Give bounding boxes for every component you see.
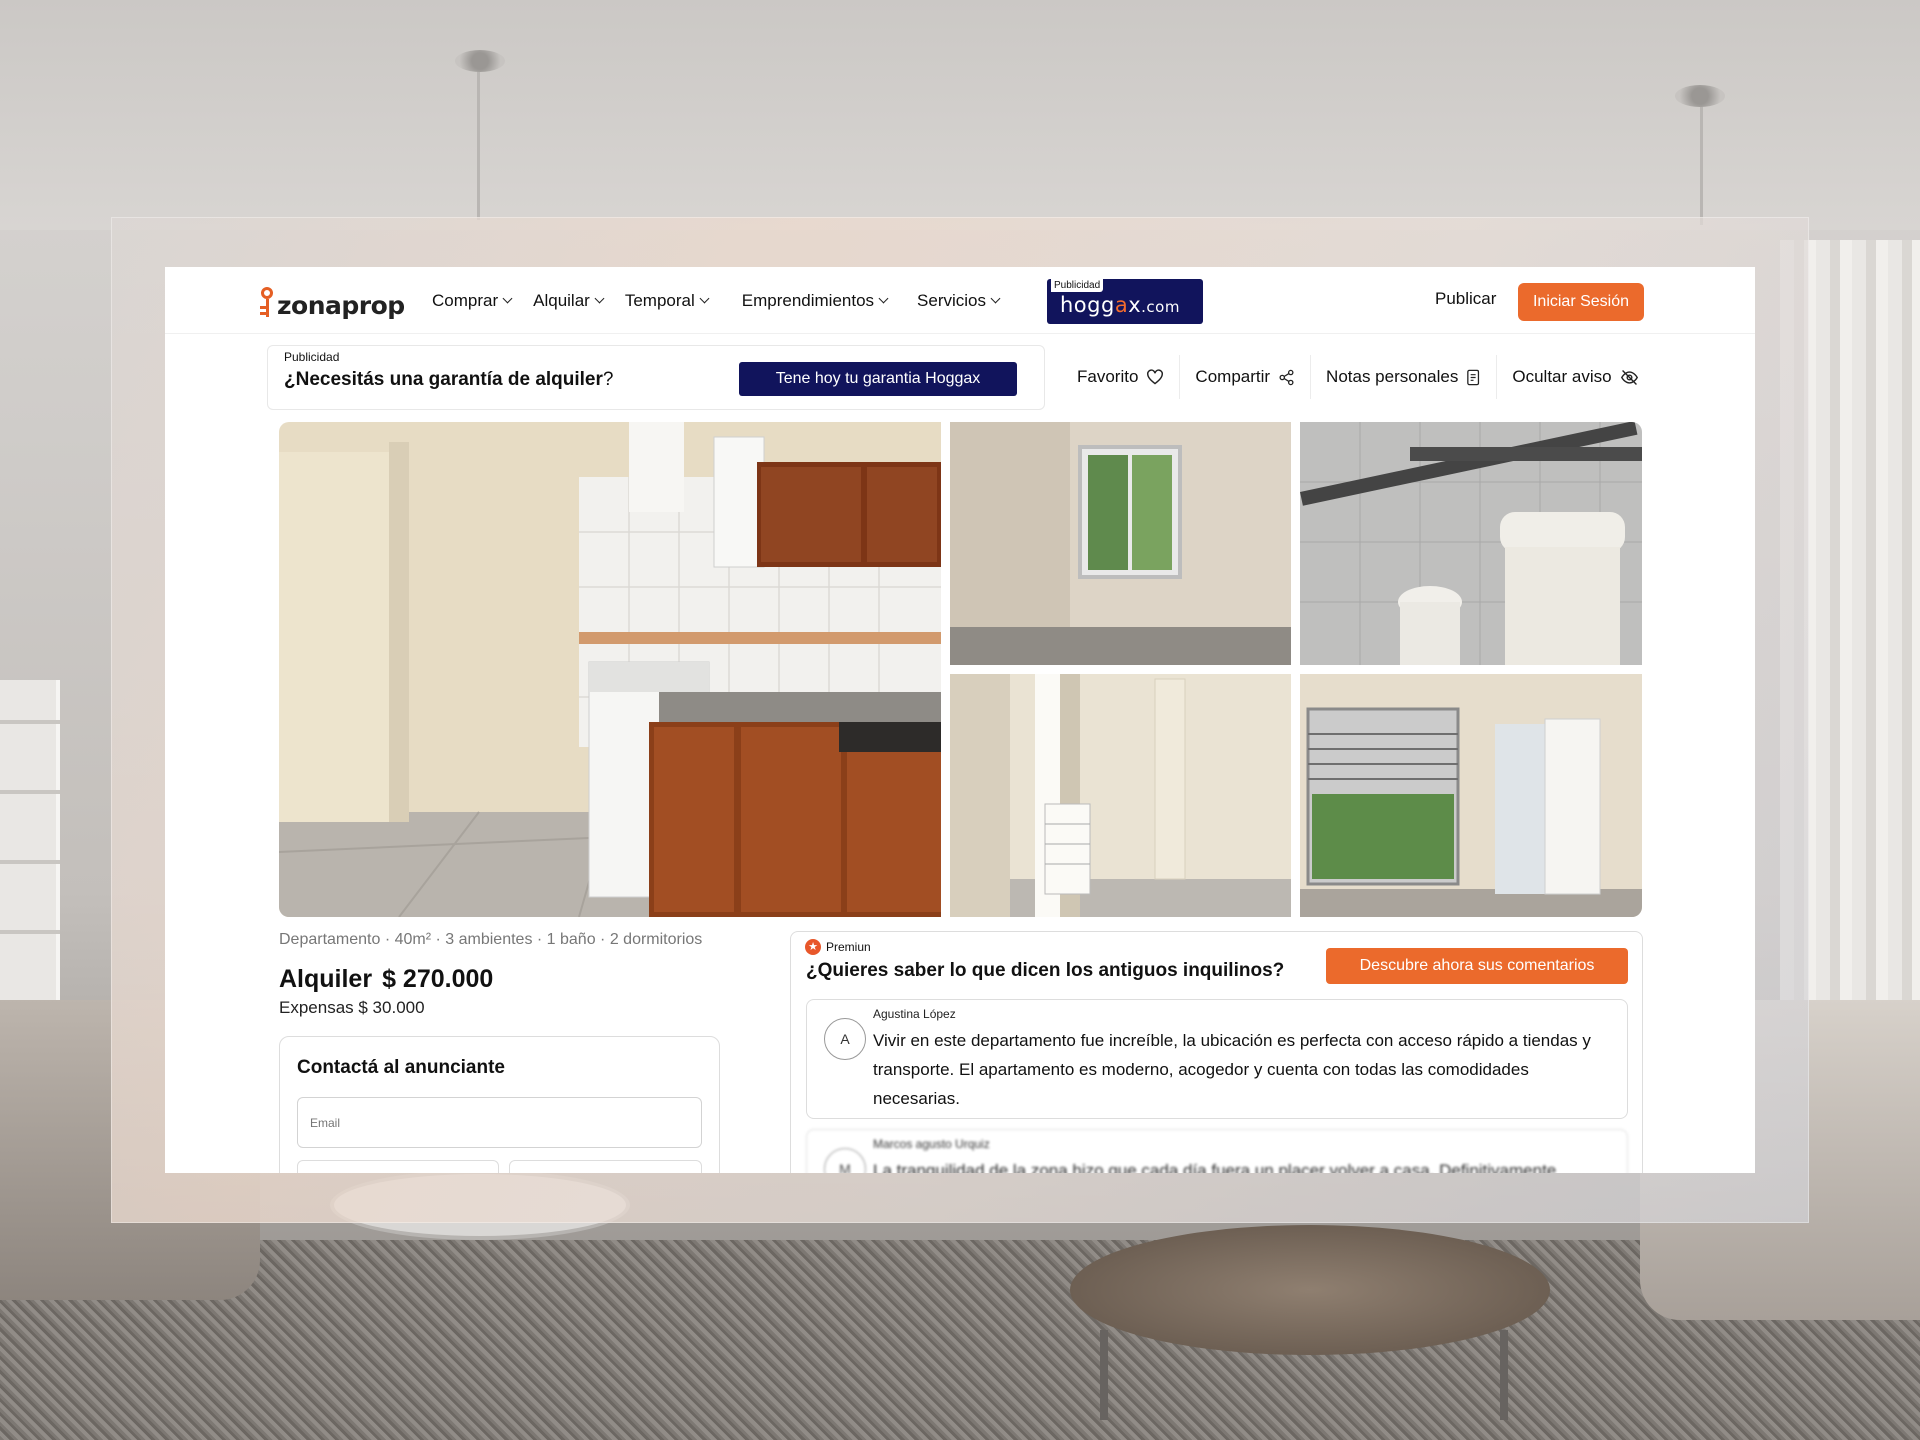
expensas: Expensas $ 30.000 bbox=[279, 998, 425, 1017]
name-field[interactable] bbox=[297, 1160, 499, 1173]
chevron-down-icon bbox=[878, 293, 889, 304]
premium-badge: ★ Premiun bbox=[805, 939, 871, 955]
photo-bedroom[interactable] bbox=[950, 422, 1291, 665]
ad-question: ¿Necesitás una garantía de alquiler? bbox=[284, 369, 614, 390]
notes-button[interactable]: Notas personales bbox=[1311, 355, 1498, 399]
email-field[interactable] bbox=[297, 1097, 702, 1148]
eye-off-icon bbox=[1620, 369, 1638, 385]
ceiling-lamp bbox=[1675, 85, 1725, 107]
main-menu: Comprar Alquilar Temporal Emprendimiento… bbox=[432, 267, 1001, 334]
share-icon bbox=[1279, 369, 1294, 385]
photo-entrance[interactable] bbox=[1300, 674, 1642, 917]
lamp-rod bbox=[1700, 95, 1703, 225]
coffee-table bbox=[1070, 1225, 1550, 1355]
heart-icon bbox=[1147, 369, 1164, 385]
note-icon bbox=[1467, 369, 1480, 385]
star-icon: ★ bbox=[805, 939, 821, 955]
share-label: Compartir bbox=[1195, 367, 1271, 386]
ceiling-lamp bbox=[455, 50, 505, 72]
chevron-down-icon bbox=[502, 293, 513, 304]
guarantee-ad: Publicidad ¿Necesitás una garantía de al… bbox=[267, 345, 1045, 410]
chevron-down-icon bbox=[990, 293, 1001, 304]
bookshelf bbox=[0, 680, 60, 1040]
hoggax-logo: hoggax.com bbox=[1060, 293, 1180, 317]
review-text: La tranquilidad de la zona hizo que cada… bbox=[873, 1161, 1557, 1173]
photo-kitchen[interactable] bbox=[279, 422, 941, 917]
ad-tag: Publicidad bbox=[1051, 279, 1104, 292]
chevron-down-icon bbox=[594, 293, 605, 304]
avatar: M bbox=[824, 1148, 866, 1173]
menu-label: Servicios bbox=[917, 290, 986, 310]
contact-title: Contactá al anunciante bbox=[297, 1057, 505, 1078]
ceiling bbox=[0, 0, 1920, 230]
menu-servicios[interactable]: Servicios bbox=[917, 290, 1001, 311]
chevron-down-icon bbox=[699, 293, 710, 304]
photo-closet[interactable] bbox=[950, 674, 1291, 917]
reviewer-name: Agustina López bbox=[873, 1007, 956, 1021]
phone-field[interactable] bbox=[509, 1160, 702, 1173]
operation-type: Alquiler bbox=[279, 965, 373, 993]
review-text: Vivir en este departamento fue increíble… bbox=[873, 1031, 1591, 1108]
top-nav: zonaprop Comprar Alquilar Temporal Empre… bbox=[165, 267, 1755, 334]
review-card: A Agustina López Vivir en este departame… bbox=[806, 999, 1628, 1119]
publicar-link[interactable]: Publicar bbox=[1435, 289, 1496, 309]
lamp-rod bbox=[477, 60, 480, 220]
logo-wordmark: zonaprop bbox=[277, 291, 405, 320]
favorite-button[interactable]: Favorito bbox=[1062, 355, 1181, 399]
review-card: M Marcos agusto Urquiz La tranquilidad d… bbox=[806, 1129, 1628, 1173]
reviews-title: ¿Quieres saber lo que dicen los antiguos… bbox=[806, 960, 1285, 981]
zonaprop-logo[interactable]: zonaprop bbox=[259, 281, 405, 321]
menu-emprendimientos[interactable]: Emprendimientos bbox=[741, 290, 889, 311]
hide-button[interactable]: Ocultar aviso bbox=[1497, 355, 1653, 399]
key-pin-icon bbox=[259, 287, 275, 321]
premium-label: Premiun bbox=[826, 940, 871, 954]
menu-label: Emprendimientos bbox=[741, 290, 875, 310]
property-features: Departamento · 40m² · 3 ambientes · 1 ba… bbox=[279, 931, 703, 948]
rug bbox=[0, 1240, 1920, 1440]
reviewer-name: Marcos agusto Urquiz bbox=[873, 1137, 990, 1151]
menu-comprar[interactable]: Comprar bbox=[432, 290, 513, 311]
ad-label: Publicidad bbox=[284, 350, 340, 364]
favorite-label: Favorito bbox=[1077, 367, 1139, 386]
photo-bathroom[interactable] bbox=[1300, 422, 1642, 665]
menu-alquilar[interactable]: Alquilar bbox=[533, 290, 605, 311]
hide-label: Ocultar aviso bbox=[1512, 367, 1612, 386]
avatar: A bbox=[824, 1018, 866, 1060]
table-leg bbox=[1100, 1330, 1108, 1420]
menu-label: Comprar bbox=[432, 290, 499, 310]
listing-page: zonaprop Comprar Alquilar Temporal Empre… bbox=[165, 267, 1755, 1173]
listing-actions: Favorito Compartir Notas personales Ocul… bbox=[1062, 355, 1654, 399]
photo-gallery bbox=[279, 422, 1642, 917]
contact-form: Contactá al anunciante bbox=[279, 1036, 720, 1173]
guarantee-cta-button[interactable]: Tene hoy tu garantia Hoggax bbox=[739, 362, 1017, 396]
table-leg bbox=[1500, 1330, 1508, 1420]
menu-label: Temporal bbox=[624, 290, 695, 310]
share-button[interactable]: Compartir bbox=[1180, 355, 1312, 399]
price: Alquiler $ 270.000 bbox=[279, 965, 493, 994]
login-button[interactable]: Iniciar Sesión bbox=[1518, 283, 1644, 321]
hoggax-ad-banner[interactable]: Publicidad hoggax.com bbox=[1047, 279, 1203, 324]
menu-temporal[interactable]: Temporal bbox=[624, 290, 710, 311]
menu-label: Alquilar bbox=[533, 290, 590, 310]
notes-label: Notas personales bbox=[1326, 367, 1459, 386]
reviews-cta-button[interactable]: Descubre ahora sus comentarios bbox=[1326, 948, 1628, 984]
price-value: $ 270.000 bbox=[382, 965, 494, 993]
premium-reviews: ★ Premiun ¿Quieres saber lo que dicen los… bbox=[790, 931, 1643, 1173]
